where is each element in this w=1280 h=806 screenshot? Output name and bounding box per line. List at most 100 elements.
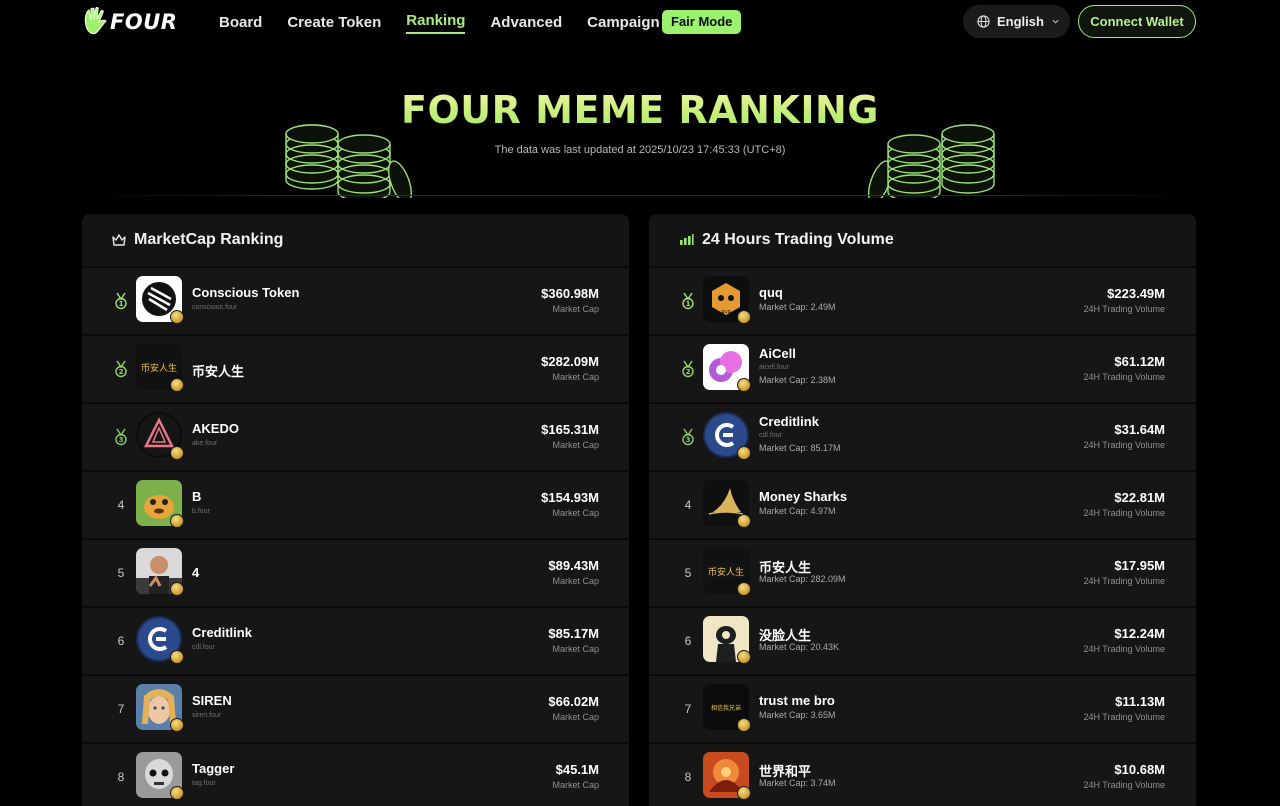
ranking-row[interactable]: 2 币安人生 币安人生 $282.09M Market Cap bbox=[82, 334, 629, 402]
token-name[interactable]: Conscious Token bbox=[192, 285, 299, 300]
medal-icon: 2 bbox=[677, 336, 699, 402]
market-cap-label: Market Cap bbox=[552, 304, 599, 314]
medal-icon: 3 bbox=[110, 404, 132, 470]
page-title: FOUR MEME RANKING bbox=[0, 88, 1280, 132]
ranking-row[interactable]: 1 quq quq Market Cap: 2.49M $223.49M 24H Trad… bbox=[649, 266, 1196, 334]
ranking-row[interactable]: 7 SIREN siren.four $66.02M Market Cap bbox=[82, 674, 629, 742]
ranking-row[interactable]: 3 Creditlink cdl.four Market Cap: 85.17M $31… bbox=[649, 402, 1196, 470]
ranking-row[interactable]: 7 相信我兄弟 trust me bro Market Cap: 3.65M $11.1… bbox=[649, 674, 1196, 742]
coin-badge-icon bbox=[170, 582, 184, 596]
coin-badge-icon bbox=[170, 514, 184, 528]
medal-icon: 1 bbox=[677, 268, 699, 334]
rank-number: 7 bbox=[117, 702, 125, 716]
marketcap-ranking-panel: MarketCap Ranking 1 Conscious Token consci… bbox=[82, 214, 629, 806]
svg-text:1: 1 bbox=[119, 300, 124, 308]
market-cap-label: Market Cap bbox=[552, 644, 599, 654]
ranking-row[interactable]: 1 Conscious Token conscious.four $360.98M Ma… bbox=[82, 266, 629, 334]
coin-badge-icon bbox=[737, 650, 751, 664]
market-cap-label: Market Cap bbox=[552, 508, 599, 518]
ranking-row[interactable]: 8 Tagger tag.four $45.1M Market Cap bbox=[82, 742, 629, 806]
trading-volume-label: 24H Trading Volume bbox=[1083, 780, 1165, 790]
volume-list: 1 quq quq Market Cap: 2.49M $223.49M 24H Trad… bbox=[649, 266, 1196, 806]
nav-advanced[interactable]: Advanced bbox=[490, 13, 562, 33]
svg-text:2: 2 bbox=[119, 368, 124, 376]
coin-badge-icon bbox=[737, 786, 751, 800]
token-name[interactable]: quq bbox=[759, 285, 783, 300]
rank-number: 6 bbox=[117, 634, 125, 648]
rank-number: 4 bbox=[117, 498, 125, 512]
ranking-row[interactable]: 6 Creditlink cdl.four $85.17M Market Cap bbox=[82, 606, 629, 674]
token-name[interactable]: Creditlink bbox=[192, 625, 252, 640]
rank-number: 8 bbox=[117, 770, 125, 784]
coin-badge-icon bbox=[170, 378, 184, 392]
rank-number: 7 bbox=[684, 702, 692, 716]
coin-stack-left-icon bbox=[285, 124, 413, 198]
token-handle: ake.four bbox=[192, 440, 218, 447]
nav-create-token[interactable]: Create Token bbox=[287, 13, 381, 33]
trading-volume-label: 24H Trading Volume bbox=[1083, 372, 1165, 382]
ranking-row[interactable]: 4 Bb.four $154.93M Market Cap bbox=[82, 470, 629, 538]
rank-number: 5 bbox=[117, 566, 125, 580]
token-market-cap: Market Cap: 282.09M bbox=[759, 574, 846, 584]
token-market-cap: Market Cap: 20.43K bbox=[759, 642, 840, 652]
svg-text:相信我兄弟: 相信我兄弟 bbox=[711, 704, 741, 712]
trading-volume-label: 24H Trading Volume bbox=[1083, 576, 1165, 586]
chevron-down-icon bbox=[1052, 19, 1059, 24]
coin-badge-icon bbox=[170, 718, 184, 732]
ranking-row[interactable]: 3 AKEDO ake.four $165.31M Market Cap bbox=[82, 402, 629, 470]
svg-text:quq: quq bbox=[721, 309, 731, 315]
ranking-row[interactable]: 5 币安人生 币安人生 Market Cap: 282.09M $17.95M 24H T… bbox=[649, 538, 1196, 606]
market-cap-value: $154.93M bbox=[541, 490, 599, 505]
language-selector[interactable]: English bbox=[963, 5, 1070, 38]
bar-chart-icon bbox=[680, 234, 694, 245]
four-logo[interactable]: FOUR bbox=[82, 6, 177, 38]
token-name[interactable]: Creditlink bbox=[759, 414, 819, 429]
panel-header: 24 Hours Trading Volume bbox=[649, 214, 1196, 266]
medal-icon: 3 bbox=[677, 404, 699, 470]
nav-campaign[interactable]: Campaign bbox=[587, 13, 660, 33]
market-cap-value: $282.09M bbox=[541, 354, 599, 369]
token-market-cap: Market Cap: 3.74M bbox=[759, 778, 836, 788]
trading-volume-label: 24H Trading Volume bbox=[1083, 304, 1165, 314]
coin-badge-icon bbox=[170, 446, 184, 460]
token-handle: tag.four bbox=[192, 780, 216, 787]
token-name[interactable]: AKEDO bbox=[192, 421, 239, 436]
token-market-cap: Market Cap: 2.49M bbox=[759, 302, 836, 312]
connect-wallet-button[interactable]: Connect Wallet bbox=[1078, 5, 1196, 38]
panel-header: MarketCap Ranking bbox=[82, 214, 629, 266]
token-name[interactable]: SIREN bbox=[192, 693, 232, 708]
token-name[interactable]: Money Sharks bbox=[759, 489, 847, 504]
medal-icon: 1 bbox=[110, 268, 132, 334]
token-name[interactable]: 币安人生 bbox=[192, 361, 244, 380]
trading-volume-value: $223.49M bbox=[1107, 286, 1165, 301]
rank-number: 8 bbox=[684, 770, 692, 784]
fair-mode-button[interactable]: Fair Mode bbox=[662, 10, 742, 34]
trading-volume-value: $10.68M bbox=[1114, 762, 1165, 777]
token-name[interactable]: B bbox=[192, 489, 201, 504]
token-handle: cdl.four bbox=[192, 644, 215, 651]
coin-badge-icon bbox=[737, 378, 751, 392]
ranking-row[interactable]: 4 Money Sharks Market Cap: 4.97M $22.81M 24H… bbox=[649, 470, 1196, 538]
market-cap-label: Market Cap bbox=[552, 372, 599, 382]
market-cap-value: $165.31M bbox=[541, 422, 599, 437]
ranking-row[interactable]: 6 没脸人生 Market Cap: 20.43K $12.24M 24H Tradin… bbox=[649, 606, 1196, 674]
nav-board[interactable]: Board bbox=[219, 13, 262, 33]
svg-text:3: 3 bbox=[686, 436, 691, 444]
token-name[interactable]: 4 bbox=[192, 565, 199, 580]
token-name[interactable]: Tagger bbox=[192, 761, 234, 776]
panel-title: 24 Hours Trading Volume bbox=[702, 231, 894, 248]
market-cap-label: Market Cap bbox=[552, 780, 599, 790]
ranking-row[interactable]: 5 4 $89.43M Market Cap bbox=[82, 538, 629, 606]
trading-volume-value: $22.81M bbox=[1114, 490, 1165, 505]
coin-badge-icon bbox=[737, 582, 751, 596]
token-name[interactable]: trust me bro bbox=[759, 693, 835, 708]
rank-number: 5 bbox=[684, 566, 692, 580]
svg-text:1: 1 bbox=[686, 300, 691, 308]
ranking-row[interactable]: 2 AiCell aicell.four Market Cap: 2.38M $61.1… bbox=[649, 334, 1196, 402]
hero-divider bbox=[82, 195, 1196, 196]
nav-ranking[interactable]: Ranking bbox=[406, 11, 466, 34]
ranking-row[interactable]: 8 世界和平 Market Cap: 3.74M $10.68M 24H Trading… bbox=[649, 742, 1196, 806]
marketcap-list: 1 Conscious Token conscious.four $360.98M Ma… bbox=[82, 266, 629, 806]
market-cap-value: $85.17M bbox=[548, 626, 599, 641]
token-name[interactable]: AiCell bbox=[759, 346, 796, 361]
